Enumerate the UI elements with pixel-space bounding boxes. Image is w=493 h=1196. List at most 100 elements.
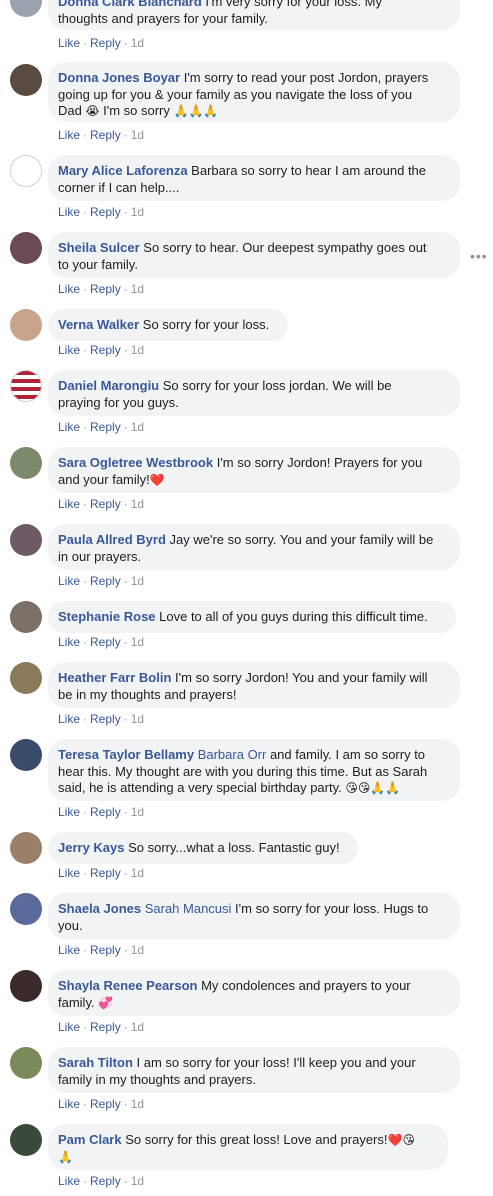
- comment-timestamp[interactable]: 1d: [131, 805, 144, 819]
- avatar[interactable]: [10, 0, 42, 17]
- comment-timestamp[interactable]: 1d: [131, 712, 144, 726]
- reply-link[interactable]: Reply: [90, 36, 121, 50]
- reply-link[interactable]: Reply: [90, 497, 121, 511]
- comment-bubble: Paula Allred Byrd Jay we're so sorry. Yo…: [48, 524, 460, 570]
- comment-author-link[interactable]: Shayla Renee Pearson: [58, 978, 197, 993]
- comment-timestamp[interactable]: 1d: [131, 343, 144, 357]
- comment-timestamp[interactable]: 1d: [131, 497, 144, 511]
- comment-author-link[interactable]: Paula Allred Byrd: [58, 532, 166, 547]
- avatar[interactable]: [10, 1047, 42, 1079]
- like-link[interactable]: Like: [58, 866, 80, 880]
- comment-bubble: Verna Walker So sorry for your loss.: [48, 309, 288, 341]
- avatar[interactable]: [10, 832, 42, 864]
- avatar[interactable]: [10, 1124, 42, 1156]
- avatar[interactable]: [10, 601, 42, 633]
- avatar[interactable]: [10, 232, 42, 264]
- like-link[interactable]: Like: [58, 805, 80, 819]
- reply-link[interactable]: Reply: [90, 282, 121, 296]
- comment-author-link[interactable]: Verna Walker: [58, 317, 139, 332]
- reply-link[interactable]: Reply: [90, 943, 121, 957]
- comment-actions: Like · Reply · 1d: [58, 282, 145, 296]
- like-link[interactable]: Like: [58, 282, 80, 296]
- comment-author-link[interactable]: Daniel Marongiu: [58, 378, 159, 393]
- comment-timestamp[interactable]: 1d: [131, 1097, 144, 1111]
- comment-text: Love to all of you guys during this diff…: [155, 609, 428, 624]
- comment-author-link[interactable]: Heather Farr Bolin: [58, 670, 171, 685]
- avatar[interactable]: [10, 524, 42, 556]
- comment-author-link[interactable]: Teresa Taylor Bellamy: [58, 747, 194, 762]
- mention-link[interactable]: Barbara Orr: [194, 747, 267, 762]
- comment-bubble: Pam Clark So sorry for this great loss! …: [48, 1124, 448, 1170]
- comment-actions: Like · Reply · 1d: [58, 712, 145, 726]
- comment-timestamp[interactable]: 1d: [131, 1020, 144, 1034]
- reply-link[interactable]: Reply: [90, 343, 121, 357]
- comment-author-link[interactable]: Sara Ogletree Westbrook: [58, 455, 213, 470]
- comment-actions: Like · Reply · 1d: [58, 1020, 145, 1034]
- comment-author-link[interactable]: Donna Jones Boyar: [58, 70, 180, 85]
- reply-link[interactable]: Reply: [90, 1174, 121, 1188]
- like-link[interactable]: Like: [58, 128, 80, 142]
- avatar[interactable]: [10, 370, 42, 402]
- avatar[interactable]: [10, 662, 42, 694]
- comment-timestamp[interactable]: 1d: [131, 205, 144, 219]
- comment-timestamp[interactable]: 1d: [131, 128, 144, 142]
- comment-author-link[interactable]: Jerry Kays: [58, 840, 125, 855]
- like-link[interactable]: Like: [58, 943, 80, 957]
- comment-timestamp[interactable]: 1d: [131, 866, 144, 880]
- comment-timestamp[interactable]: 1d: [131, 36, 144, 50]
- comment-bubble: Sara Ogletree Westbrook I'm so sorry Jor…: [48, 447, 460, 493]
- avatar[interactable]: [10, 447, 42, 479]
- like-link[interactable]: Like: [58, 497, 80, 511]
- like-link[interactable]: Like: [58, 1097, 80, 1111]
- avatar[interactable]: [10, 893, 42, 925]
- comment-timestamp[interactable]: 1d: [131, 635, 144, 649]
- comment-author-link[interactable]: Shaela Jones: [58, 901, 141, 916]
- like-link[interactable]: Like: [58, 420, 80, 434]
- avatar[interactable]: [10, 970, 42, 1002]
- comment-bubble: Shayla Renee Pearson My condolences and …: [48, 970, 460, 1016]
- comment-actions: Like · Reply · 1d: [58, 805, 145, 819]
- comment-bubble: Sarah Tilton I am so sorry for your loss…: [48, 1047, 460, 1093]
- comment-timestamp[interactable]: 1d: [131, 574, 144, 588]
- reply-link[interactable]: Reply: [90, 635, 121, 649]
- reply-link[interactable]: Reply: [90, 574, 121, 588]
- like-link[interactable]: Like: [58, 574, 80, 588]
- comment-timestamp[interactable]: 1d: [131, 943, 144, 957]
- comment-author-link[interactable]: Mary Alice Laforenza: [58, 163, 188, 178]
- reply-link[interactable]: Reply: [90, 805, 121, 819]
- comment-bubble: Daniel Marongiu So sorry for your loss j…: [48, 370, 460, 416]
- reply-link[interactable]: Reply: [90, 866, 121, 880]
- comment-timestamp[interactable]: 1d: [131, 282, 144, 296]
- like-link[interactable]: Like: [58, 205, 80, 219]
- comment-text: So sorry for your loss.: [139, 317, 270, 332]
- comment-actions: Like · Reply · 1d: [58, 1174, 145, 1188]
- comment-author-link[interactable]: Sheila Sulcer: [58, 240, 140, 255]
- like-link[interactable]: Like: [58, 343, 80, 357]
- avatar[interactable]: [10, 739, 42, 771]
- reply-link[interactable]: Reply: [90, 1097, 121, 1111]
- comment-author-link[interactable]: Stephanie Rose: [58, 609, 156, 624]
- like-link[interactable]: Like: [58, 1174, 80, 1188]
- avatar[interactable]: [10, 155, 42, 187]
- comment-timestamp[interactable]: 1d: [131, 420, 144, 434]
- like-link[interactable]: Like: [58, 635, 80, 649]
- comment-actions: Like · Reply · 1d: [58, 866, 145, 880]
- comment-author-link[interactable]: Pam Clark: [58, 1132, 122, 1147]
- reply-link[interactable]: Reply: [90, 712, 121, 726]
- reply-link[interactable]: Reply: [90, 420, 121, 434]
- comment-author-link[interactable]: Sarah Tilton: [58, 1055, 133, 1070]
- comment-actions: Like · Reply · 1d: [58, 205, 145, 219]
- reply-link[interactable]: Reply: [90, 128, 121, 142]
- reply-link[interactable]: Reply: [90, 1020, 121, 1034]
- like-link[interactable]: Like: [58, 712, 80, 726]
- comment-author-link[interactable]: Donna Clark Blanchard: [58, 0, 202, 9]
- mention-link[interactable]: Sarah Mancusi: [141, 901, 232, 916]
- reply-link[interactable]: Reply: [90, 205, 121, 219]
- like-link[interactable]: Like: [58, 1020, 80, 1034]
- avatar[interactable]: [10, 64, 42, 96]
- comment-timestamp[interactable]: 1d: [131, 1174, 144, 1188]
- like-link[interactable]: Like: [58, 36, 80, 50]
- more-options-icon[interactable]: •••: [470, 248, 488, 264]
- comment-bubble: Mary Alice Laforenza Barbara so sorry to…: [48, 155, 460, 201]
- avatar[interactable]: [10, 309, 42, 341]
